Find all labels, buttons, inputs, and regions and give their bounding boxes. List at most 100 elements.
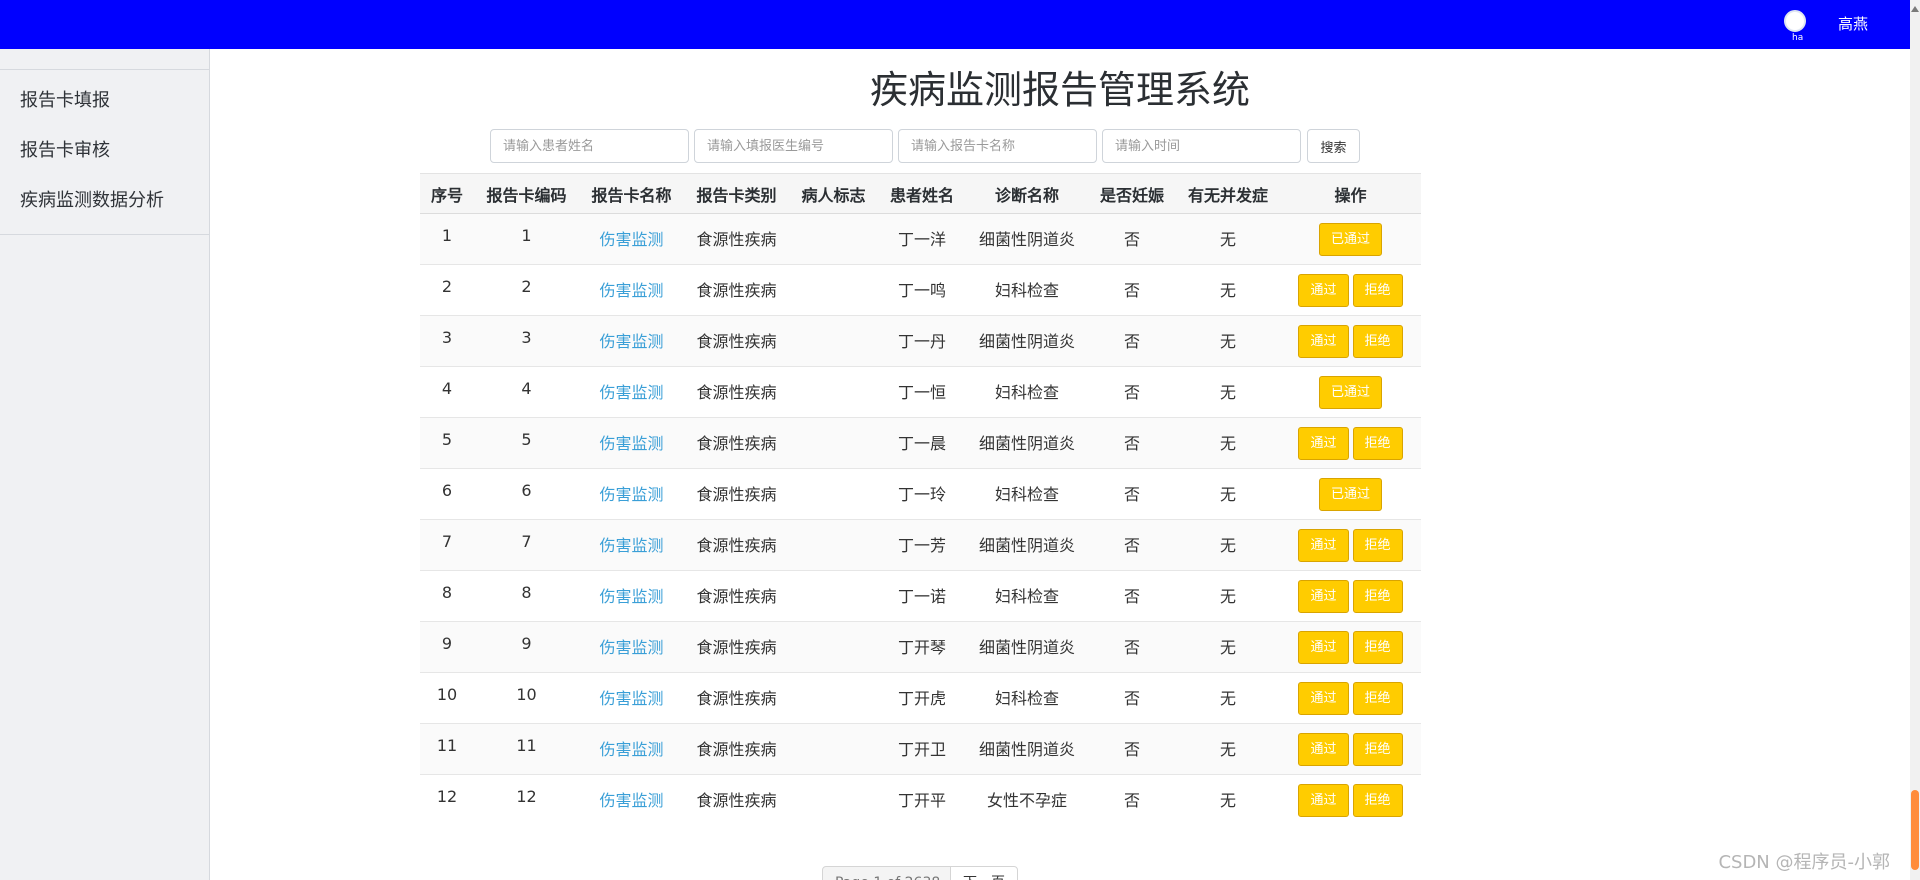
time-input[interactable] <box>1102 129 1301 163</box>
cell-seq: 10 <box>420 672 474 724</box>
patient-name-input[interactable] <box>490 129 689 163</box>
approve-button[interactable]: 通过 <box>1298 274 1349 307</box>
report-table: 序号 报告卡编码 报告卡名称 报告卡类别 病人标志 患者姓名 诊断名称 是否妊娠… <box>420 173 1421 826</box>
cell-card-name-link[interactable]: 伤害监测 <box>579 774 684 826</box>
cell-diagnosis: 细菌性阴道炎 <box>966 417 1088 469</box>
passed-button[interactable]: 已通过 <box>1318 478 1382 511</box>
cell-patient-name: 丁一丹 <box>878 315 966 367</box>
approve-button[interactable]: 通过 <box>1298 733 1349 766</box>
page-scrollbar[interactable] <box>1910 0 1920 880</box>
cell-complication: 无 <box>1176 264 1280 316</box>
cell-patient-name: 丁开卫 <box>878 723 966 775</box>
approve-button[interactable]: 通过 <box>1298 631 1349 664</box>
approve-button[interactable]: 通过 <box>1298 529 1349 562</box>
column-header: 有无并发症 <box>1176 173 1280 214</box>
cell-pregnant: 否 <box>1088 723 1176 775</box>
cell-code: 3 <box>474 315 579 367</box>
cell-complication: 无 <box>1176 213 1280 265</box>
cell-code: 12 <box>474 774 579 826</box>
cell-seq: 8 <box>420 570 474 622</box>
column-header: 报告卡编码 <box>474 173 579 214</box>
cell-patient-flag <box>789 468 878 520</box>
passed-button[interactable]: 已通过 <box>1318 223 1382 256</box>
scrollbar-thumb[interactable] <box>1911 790 1919 870</box>
cell-patient-flag <box>789 774 878 826</box>
table-row: 11 11 伤害监测 食源性疾病 丁开卫 细菌性阴道炎否无通过 拒绝 <box>420 723 1421 775</box>
approve-button[interactable]: 通过 <box>1298 427 1349 460</box>
cell-patient-name: 丁一诺 <box>878 570 966 622</box>
column-header: 报告卡名称 <box>579 173 684 214</box>
cell-patient-flag <box>789 213 878 265</box>
cell-patient-flag <box>789 519 878 571</box>
reject-button[interactable]: 拒绝 <box>1352 631 1403 664</box>
reject-button[interactable]: 拒绝 <box>1352 733 1403 766</box>
cell-card-name-link[interactable]: 伤害监测 <box>579 213 684 265</box>
cell-patient-name: 丁一芳 <box>878 519 966 571</box>
cell-category: 食源性疾病 <box>684 264 789 316</box>
cell-actions: 通过 拒绝 <box>1280 315 1421 367</box>
cell-card-name-link[interactable]: 伤害监测 <box>579 417 684 469</box>
approve-button[interactable]: 通过 <box>1298 580 1349 613</box>
cell-card-name-link[interactable]: 伤害监测 <box>579 519 684 571</box>
cell-code: 8 <box>474 570 579 622</box>
column-header: 患者姓名 <box>878 173 966 214</box>
next-page-button[interactable]: 下一页 <box>950 866 1018 880</box>
cell-pregnant: 否 <box>1088 468 1176 520</box>
username[interactable]: 高燕 <box>1838 15 1868 33</box>
user-avatar[interactable]: ha <box>1782 8 1812 42</box>
sidebar-item-data-analysis[interactable]: 疾病监测数据分析 <box>0 176 209 226</box>
table-row: 10 10 伤害监测 食源性疾病 丁开虎 妇科检查否无通过 拒绝 <box>420 672 1421 724</box>
cell-patient-name: 丁一洋 <box>878 213 966 265</box>
cell-code: 6 <box>474 468 579 520</box>
search-button[interactable]: 搜索 <box>1307 129 1360 163</box>
watermark: CSDN @程序员-小郭 <box>1718 852 1890 873</box>
cell-code: 11 <box>474 723 579 775</box>
card-name-input[interactable] <box>898 129 1097 163</box>
sidebar-item-report-fill[interactable]: 报告卡填报 <box>0 76 209 126</box>
cell-seq: 3 <box>420 315 474 367</box>
cell-patient-name: 丁一鸣 <box>878 264 966 316</box>
sidebar: 报告卡填报 报告卡审核 疾病监测数据分析 <box>0 49 210 880</box>
cell-pregnant: 否 <box>1088 570 1176 622</box>
cell-patient-name: 丁开虎 <box>878 672 966 724</box>
cell-complication: 无 <box>1176 519 1280 571</box>
cell-card-name-link[interactable]: 伤害监测 <box>579 723 684 775</box>
table-row: 5 5 伤害监测 食源性疾病 丁一晨 细菌性阴道炎否无通过 拒绝 <box>420 417 1421 469</box>
sidebar-item-report-review[interactable]: 报告卡审核 <box>0 126 209 176</box>
cell-card-name-link[interactable]: 伤害监测 <box>579 570 684 622</box>
sidebar-menu: 报告卡填报 报告卡审核 疾病监测数据分析 <box>0 69 209 235</box>
approve-button[interactable]: 通过 <box>1298 325 1349 358</box>
table-row: 8 8 伤害监测 食源性疾病 丁一诺 妇科检查否无通过 拒绝 <box>420 570 1421 622</box>
cell-diagnosis: 妇科检查 <box>966 264 1088 316</box>
cell-seq: 4 <box>420 366 474 418</box>
cell-card-name-link[interactable]: 伤害监测 <box>579 621 684 673</box>
cell-patient-flag <box>789 570 878 622</box>
approve-button[interactable]: 通过 <box>1298 784 1349 817</box>
scroll-up-arrow-icon[interactable] <box>1911 6 1919 12</box>
reject-button[interactable]: 拒绝 <box>1352 784 1403 817</box>
passed-button[interactable]: 已通过 <box>1318 376 1382 409</box>
reject-button[interactable]: 拒绝 <box>1352 427 1403 460</box>
doctor-id-input[interactable] <box>694 129 893 163</box>
reject-button[interactable]: 拒绝 <box>1352 325 1403 358</box>
reject-button[interactable]: 拒绝 <box>1352 274 1403 307</box>
cell-complication: 无 <box>1176 468 1280 520</box>
approve-button[interactable]: 通过 <box>1298 682 1349 715</box>
reject-button[interactable]: 拒绝 <box>1352 529 1403 562</box>
column-header: 操作 <box>1280 173 1421 214</box>
column-header: 病人标志 <box>789 173 878 214</box>
cell-diagnosis: 妇科检查 <box>966 672 1088 724</box>
cell-card-name-link[interactable]: 伤害监测 <box>579 672 684 724</box>
reject-button[interactable]: 拒绝 <box>1352 682 1403 715</box>
cell-diagnosis: 细菌性阴道炎 <box>966 315 1088 367</box>
cell-card-name-link[interactable]: 伤害监测 <box>579 264 684 316</box>
cell-card-name-link[interactable]: 伤害监测 <box>579 468 684 520</box>
reject-button[interactable]: 拒绝 <box>1352 580 1403 613</box>
cell-diagnosis: 细菌性阴道炎 <box>966 621 1088 673</box>
cell-actions: 已通过 <box>1280 366 1421 418</box>
cell-card-name-link[interactable]: 伤害监测 <box>579 366 684 418</box>
cell-code: 4 <box>474 366 579 418</box>
cell-actions: 通过 拒绝 <box>1280 264 1421 316</box>
cell-card-name-link[interactable]: 伤害监测 <box>579 315 684 367</box>
avatar-alt-text: ha <box>1792 33 1804 43</box>
